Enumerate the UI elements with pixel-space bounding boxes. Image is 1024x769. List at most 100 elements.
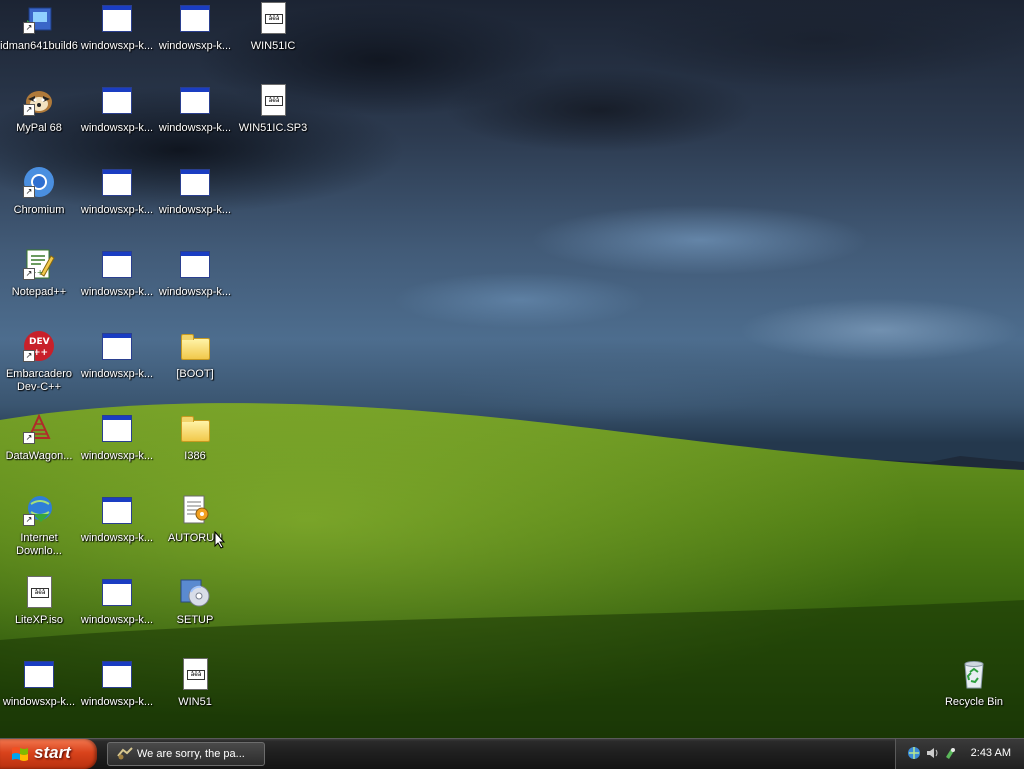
shortcut-arrow-icon: ↗	[23, 186, 35, 198]
svg-text:DEV: DEV	[29, 337, 50, 347]
shortcut-arrow-icon: ↗	[23, 514, 35, 526]
desktop-icon-windowsxp-k[interactable]: windowsxp-k...	[156, 2, 234, 53]
desktop-icon-label: SETUP	[176, 614, 214, 626]
desktop-icon-internet-download-manager[interactable]: ↗ Internet Downlo...	[0, 494, 78, 558]
program-window-icon	[101, 2, 133, 34]
desktop-icon-label: Notepad++	[11, 286, 67, 298]
safely-remove-hardware-icon[interactable]	[943, 746, 957, 760]
desktop-icon-label: windowsxp-k...	[158, 122, 232, 134]
desktop-icon-windowsxp-k[interactable]: windowsxp-k...	[78, 412, 156, 463]
program-window-icon	[101, 248, 133, 280]
shortcut-arrow-icon: ↗	[23, 350, 35, 362]
document-icon: âëâ	[257, 2, 289, 34]
desktop-icon-label: LiteXP.iso	[14, 614, 64, 626]
mypal-icon: ↗	[23, 84, 55, 116]
mouse-cursor-icon	[214, 531, 226, 549]
document-icon: âëâ	[257, 84, 289, 116]
desktop-icon-label: windowsxp-k...	[2, 696, 76, 708]
desktop-icon-windowsxp-k[interactable]: windowsxp-k...	[78, 658, 156, 709]
desktop-icon-windowsxp-k[interactable]: windowsxp-k...	[78, 330, 156, 381]
desktop-icon-label: DataWagon...	[5, 450, 73, 462]
desktop-icon-boot-folder[interactable]: [BOOT]	[156, 330, 234, 381]
folder-icon	[179, 330, 211, 362]
desktop-icon-label: windowsxp-k...	[158, 40, 232, 52]
program-window-icon	[101, 412, 133, 444]
desktop-icon-windowsxp-k[interactable]: windowsxp-k...	[78, 84, 156, 135]
taskbar-window-label: We are sorry, the pa...	[137, 748, 245, 760]
desktop-icon-label: windowsxp-k...	[158, 286, 232, 298]
windows-logo-icon	[12, 747, 28, 761]
desktop-icon-windowsxp-k[interactable]: windowsxp-k...	[156, 166, 234, 217]
desktop-icon-litexp-iso[interactable]: âëâ LiteXP.iso	[0, 576, 78, 627]
clock[interactable]: 2:43 AM	[971, 747, 1011, 759]
program-window-icon	[179, 84, 211, 116]
start-label: start	[34, 743, 71, 762]
desktop-icon-embarcadero-devcpp[interactable]: DEV ++ ↗ Embarcadero Dev-C++	[0, 330, 78, 394]
desktop-icon-notepadpp[interactable]: ++ ↗ Notepad++	[0, 248, 78, 299]
shortcut-arrow-icon: ↗	[23, 22, 35, 34]
setup-icon	[179, 576, 211, 608]
volume-icon[interactable]	[925, 746, 939, 760]
desktop-icon-mypal-68[interactable]: ↗ MyPal 68	[0, 84, 78, 135]
autorun-icon	[179, 494, 211, 526]
shortcut-arrow-icon: ↗	[23, 104, 35, 116]
desktop-icon-win51ic-sp3[interactable]: âëâ WIN51IC.SP3	[234, 84, 312, 135]
program-window-icon	[179, 166, 211, 198]
program-window-icon	[101, 576, 133, 608]
desktop-icon-windowsxp-k[interactable]: windowsxp-k...	[156, 84, 234, 135]
desktop-icon-label: windowsxp-k...	[80, 368, 154, 380]
program-window-icon	[101, 658, 133, 690]
notepadpp-icon: ++ ↗	[23, 248, 55, 280]
chromium-icon: ↗	[23, 166, 55, 198]
idm-icon: ↗	[23, 494, 55, 526]
desktop-icon-label: windowsxp-k...	[80, 614, 154, 626]
document-icon: âëâ	[23, 576, 55, 608]
desktop-icon-setup[interactable]: SETUP	[156, 576, 234, 627]
desktop-icon-i386-folder[interactable]: I386	[156, 412, 234, 463]
desktop-icon-windowsxp-k[interactable]: windowsxp-k...	[78, 248, 156, 299]
desktop-icon-label: windowsxp-k...	[158, 204, 232, 216]
desktop-icon-label: windowsxp-k...	[80, 286, 154, 298]
desktop-icon-label: windowsxp-k...	[80, 696, 154, 708]
desktop-icon-win51ic[interactable]: âëâ WIN51IC	[234, 2, 312, 53]
system-tray: 2:43 AM	[895, 739, 1024, 769]
desktop-icon-label: windowsxp-k...	[80, 122, 154, 134]
svg-text:++: ++	[33, 348, 48, 358]
network-icon[interactable]	[907, 746, 921, 760]
desktop-icon-windowsxp-k[interactable]: windowsxp-k...	[78, 576, 156, 627]
taskbar-window-button[interactable]: We are sorry, the pa...	[107, 742, 265, 766]
document-icon: âëâ	[179, 658, 211, 690]
desktop-icon-datawagon[interactable]: ↗ DataWagon...	[0, 412, 78, 463]
start-button[interactable]: start	[0, 739, 97, 769]
desktop-icon-win51[interactable]: âëâ WIN51	[156, 658, 234, 709]
desktop-icon-label: Internet Downlo...	[16, 532, 62, 557]
desktop-icon-label: WIN51IC	[250, 40, 296, 52]
desktop-icon-windowsxp-k[interactable]: windowsxp-k...	[78, 494, 156, 545]
desktop-icon-label: windowsxp-k...	[80, 450, 154, 462]
desktop-icon-windowsxp-k[interactable]: windowsxp-k...	[78, 2, 156, 53]
desktop-icon-label: WIN51	[178, 696, 212, 708]
program-window-icon	[101, 166, 133, 198]
desktop-icon-windowsxp-k[interactable]: windowsxp-k...	[156, 248, 234, 299]
desktop-icon-label: Embarcadero Dev-C++	[5, 368, 73, 393]
desktop-icon-windowsxp-k[interactable]: windowsxp-k...	[0, 658, 78, 709]
desktop-icon-label: windowsxp-k...	[80, 40, 154, 52]
program-window-icon	[101, 494, 133, 526]
program-window-icon	[101, 84, 133, 116]
desktop-icon-label: windowsxp-k...	[80, 204, 154, 216]
desktop-icon-windowsxp-k[interactable]: windowsxp-k...	[78, 166, 156, 217]
folder-icon	[179, 412, 211, 444]
datawagon-icon: ↗	[23, 412, 55, 444]
desktop-icon-idman641build6[interactable]: ↗ idman641build6	[0, 2, 78, 53]
desktop-icon-label: MyPal 68	[16, 122, 62, 134]
desktop-icon-recycle-bin[interactable]: Recycle Bin	[935, 658, 1013, 709]
desktop-icon-label: [BOOT]	[176, 368, 214, 380]
program-window-icon	[23, 658, 55, 690]
desktop-icon-chromium[interactable]: ↗ Chromium	[0, 166, 78, 217]
desktop-icon-label: Recycle Bin	[944, 696, 1004, 708]
desktop-icon-label: WIN51IC.SP3	[238, 122, 308, 134]
shortcut-arrow-icon: ↗	[23, 432, 35, 444]
taskbar: start We are sorry, the pa... 2:43 AM	[0, 738, 1024, 769]
desktop: ↗ idman641build6 ↗ MyPal 68 ↗ Chromium +…	[0, 0, 1024, 738]
desktop-icon-label: Chromium	[13, 204, 65, 216]
